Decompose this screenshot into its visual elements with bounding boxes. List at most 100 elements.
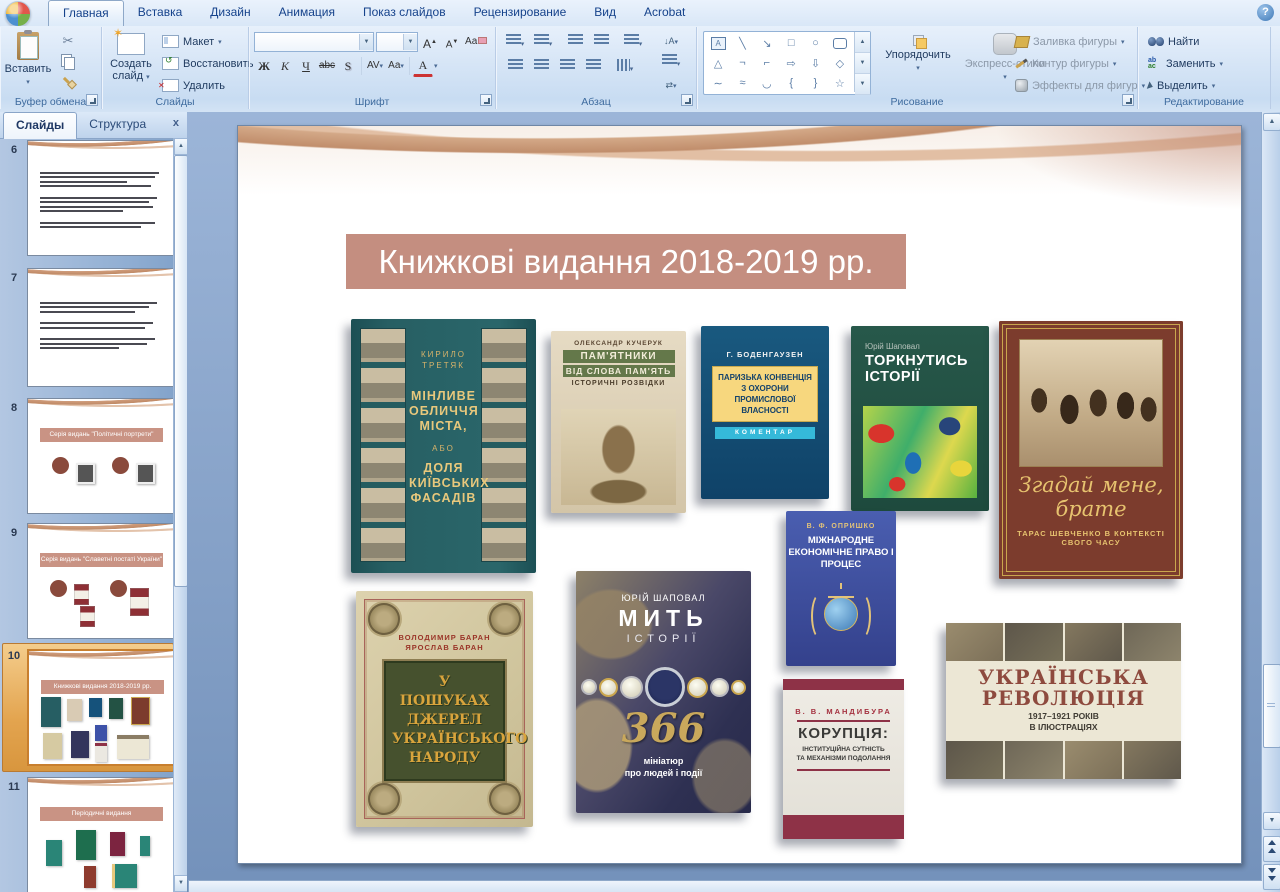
book-cover-minlyve-oblychchia[interactable]: КИРИЛО ТРЕТЯК МІНЛИВЕ ОБЛИЧЧЯ МІСТА, АБО… bbox=[351, 319, 536, 573]
bold-button[interactable]: Ж bbox=[254, 55, 274, 77]
shape-effects-button[interactable]: Эффекты для фигур ▾ bbox=[1015, 75, 1145, 96]
tab-acrobat[interactable]: Acrobat bbox=[630, 0, 699, 26]
left-brace-shape-icon[interactable]: { bbox=[789, 77, 793, 89]
rounded-rectangle-shape-icon[interactable] bbox=[833, 38, 847, 49]
tab-design[interactable]: Дизайн bbox=[196, 0, 264, 26]
strikethrough-button[interactable]: abc bbox=[317, 55, 337, 77]
shape-fill-button[interactable]: Заливка фигуры ▾ bbox=[1015, 31, 1125, 52]
justify-button[interactable] bbox=[580, 57, 606, 79]
copy-button[interactable] bbox=[56, 53, 80, 75]
reset-slide-button[interactable]: Восстановить bbox=[162, 53, 253, 74]
font-name-input[interactable] bbox=[255, 36, 359, 48]
tab-insert[interactable]: Вставка bbox=[124, 0, 197, 26]
font-name-dropdown-arrow[interactable]: ▼ bbox=[359, 34, 373, 50]
scribble-shape-icon[interactable]: ∼ bbox=[714, 77, 723, 90]
slide-7-thumbnail[interactable] bbox=[27, 268, 176, 387]
tab-outline[interactable]: Структура bbox=[77, 112, 158, 138]
new-slide-button[interactable]: ✶ Создать слайд ▾ bbox=[105, 29, 157, 93]
scroll-up-icon[interactable]: ▲ bbox=[1263, 113, 1280, 131]
slide-9-thumbnail[interactable]: Серія видань "Славетні постаті України" bbox=[27, 523, 176, 639]
find-button[interactable]: Найти bbox=[1148, 31, 1199, 52]
numbering-button[interactable]: ▾ bbox=[530, 32, 556, 54]
increase-indent-button[interactable] bbox=[588, 32, 614, 54]
pane-scroll-up-icon[interactable]: ▲ bbox=[174, 138, 188, 155]
shapes-gallery[interactable]: A ╲ ↘ □ ○ △ ¬ ⌐ ⇨ ⇩ ◇ ∼ ≈ ◡ { } bbox=[703, 31, 871, 95]
cut-button[interactable]: ✂ bbox=[56, 31, 80, 53]
ellipse-shape-icon[interactable]: ○ bbox=[812, 37, 819, 49]
columns-button[interactable]: ▾ bbox=[612, 57, 638, 79]
shapes-gallery-more-icon[interactable]: ▼ bbox=[855, 74, 870, 95]
tab-slideshow[interactable]: Показ слайдов bbox=[349, 0, 460, 26]
slide-10-thumbnail[interactable]: Книжкові видання 2018-2019 рр. bbox=[27, 649, 178, 766]
book-cover-zgadai-mene-brate[interactable]: Згадай мене, брате ТАРАС ШЕВЧЕНКО В КОНТ… bbox=[999, 321, 1183, 579]
select-button[interactable]: Выделить ▾ bbox=[1148, 75, 1215, 96]
curve-shape-icon[interactable]: ≈ bbox=[739, 77, 745, 89]
tab-review[interactable]: Рецензирование bbox=[460, 0, 581, 26]
text-box-shape-icon[interactable]: A bbox=[711, 37, 726, 50]
tab-view[interactable]: Вид bbox=[580, 0, 630, 26]
book-cover-myt-istorii[interactable]: ЮРІЙ ШАПОВАЛ МИТЬ ІСТОРІЇ 366 мініатюрпр… bbox=[576, 571, 751, 813]
slide-6-thumbnail[interactable] bbox=[27, 140, 176, 256]
underline-button[interactable]: Ч bbox=[296, 55, 316, 77]
book-cover-mizhnarodne-pravo[interactable]: В. Ф. ОПРИШКО МІЖНАРОДНЕ ЕКОНОМІЧНЕ ПРАВ… bbox=[786, 511, 896, 666]
scroll-thumb[interactable] bbox=[1263, 664, 1280, 748]
align-center-button[interactable] bbox=[528, 57, 554, 79]
arrow-shape-icon[interactable]: ↘ bbox=[762, 37, 771, 50]
book-cover-u-poshukah-dzherel[interactable]: ВОЛОДИМИР БАРАН ЯРОСЛАВ БАРАН У ПОШУКАХ … bbox=[356, 591, 533, 827]
main-scrollbar[interactable]: ▲ ▼ bbox=[1261, 112, 1280, 892]
down-arrow-shape-icon[interactable]: ⇩ bbox=[811, 57, 820, 70]
flowchart-shape-icon[interactable]: ◇ bbox=[836, 57, 844, 70]
arrange-button[interactable]: Упорядочить ▾ bbox=[877, 29, 959, 93]
change-case-button[interactable]: Аа▾ bbox=[386, 55, 406, 77]
notes-pane-edge[interactable] bbox=[189, 880, 1262, 892]
align-text-button[interactable]: ▾ bbox=[658, 52, 684, 74]
book-cover-paris-convention[interactable]: Г. БОДЕНГАУЗЕН ПАРИЗЬКА КОНВЕНЦІЯ З ОХОР… bbox=[701, 326, 829, 499]
office-button[interactable] bbox=[5, 1, 31, 27]
slide-8-thumbnail[interactable]: Серія видань "Політичні портрети" bbox=[27, 398, 176, 514]
character-spacing-button[interactable]: AV▾ bbox=[365, 55, 385, 77]
shapes-scroll-up-icon[interactable]: ▲ bbox=[855, 32, 870, 53]
bullets-button[interactable]: ▾ bbox=[502, 32, 528, 54]
elbow-arrow-connector-icon[interactable]: ⌐ bbox=[764, 57, 770, 69]
grow-font-button[interactable]: A▲ bbox=[420, 31, 440, 53]
shapes-gallery-scrollbar[interactable]: ▲ ▼ ▼ bbox=[854, 32, 870, 92]
slide-11-thumbnail[interactable]: Періодичні видання bbox=[27, 777, 176, 892]
font-name-combobox[interactable]: ▼ bbox=[254, 32, 374, 52]
triangle-shape-icon[interactable]: △ bbox=[714, 57, 722, 70]
paragraph-dialog-launcher-icon[interactable] bbox=[681, 94, 693, 106]
book-cover-pamiatnyky[interactable]: ОЛЕКСАНДР КУЧЕРУК ПАМ'ЯТНИКИ ВІД СЛОВА П… bbox=[551, 331, 686, 513]
shrink-font-button[interactable]: A▼ bbox=[442, 31, 462, 53]
slide-title[interactable]: Книжкові видання 2018-2019 рр. bbox=[346, 234, 906, 289]
tab-home[interactable]: Главная bbox=[48, 0, 124, 27]
line-spacing-button[interactable]: ▾ bbox=[620, 32, 646, 54]
rectangle-shape-icon[interactable]: □ bbox=[788, 37, 795, 49]
tab-animation[interactable]: Анимация bbox=[265, 0, 349, 26]
text-direction-button[interactable]: ↓А▾ bbox=[658, 30, 684, 52]
right-brace-shape-icon[interactable]: } bbox=[814, 77, 818, 89]
font-size-dropdown-arrow[interactable]: ▼ bbox=[403, 34, 417, 50]
decrease-indent-button[interactable] bbox=[562, 32, 588, 54]
slide-canvas[interactable]: Книжкові видання 2018-2019 рр. КИРИЛО ТР… bbox=[237, 125, 1242, 864]
font-dialog-launcher-icon[interactable] bbox=[480, 94, 492, 106]
book-cover-koruptsiia[interactable]: В. В. МАНДИБУРА КОРУПЦІЯ: ІНСТИТУЦІЙНА С… bbox=[783, 679, 904, 839]
replace-button[interactable]: abас Заменить ▾ bbox=[1148, 53, 1223, 74]
right-arrow-shape-icon[interactable]: ⇨ bbox=[787, 57, 796, 70]
font-size-input[interactable] bbox=[377, 36, 403, 48]
shape-outline-button[interactable]: Контур фигуры ▾ bbox=[1015, 53, 1116, 74]
shapes-scroll-down-icon[interactable]: ▼ bbox=[855, 53, 870, 74]
close-pane-icon[interactable]: x bbox=[173, 112, 187, 138]
text-shadow-button[interactable]: S bbox=[338, 55, 358, 77]
delete-slide-button[interactable]: Удалить bbox=[162, 75, 225, 96]
align-left-button[interactable] bbox=[502, 57, 528, 79]
paste-button[interactable]: Вставить ▾ bbox=[4, 29, 52, 93]
help-icon[interactable]: ? bbox=[1257, 4, 1274, 21]
line-shape-icon[interactable]: ╲ bbox=[739, 37, 746, 50]
convert-smartart-button[interactable]: ⇄▾ bbox=[658, 74, 684, 96]
book-cover-torknutys-istorii[interactable]: Юрій Шаповал ТОРКНУТИСЬІСТОРІЇ bbox=[851, 326, 989, 511]
elbow-connector-icon[interactable]: ¬ bbox=[739, 57, 745, 69]
scroll-down-icon[interactable]: ▼ bbox=[1263, 812, 1280, 830]
drawing-dialog-launcher-icon[interactable] bbox=[1122, 94, 1134, 106]
arc-shape-icon[interactable]: ◡ bbox=[762, 77, 772, 90]
star-shape-icon[interactable]: ☆ bbox=[835, 77, 845, 90]
clipboard-dialog-launcher-icon[interactable] bbox=[86, 94, 98, 106]
